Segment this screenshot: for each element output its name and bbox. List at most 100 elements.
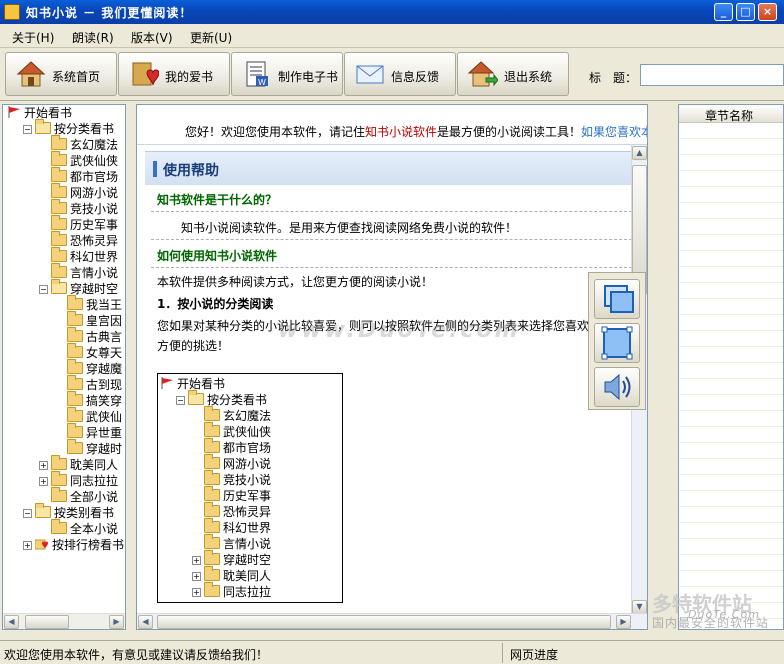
scroll-left-arrow[interactable]: ◀: [4, 615, 19, 629]
folder-icon: [204, 502, 220, 517]
folder-icon: [204, 534, 220, 549]
collapse-icon[interactable]: −: [23, 125, 32, 134]
folder-icon: [51, 263, 67, 278]
scroll-thumb[interactable]: [157, 615, 611, 629]
help-tree-illustration: 开始看书 − 按分类看书 玄幻魔法 武侠仙侠 都市官场 网游小说 竞技小说 历史军事 恐怖灵异 科幻…: [157, 373, 343, 603]
tree-node[interactable]: 女尊天: [55, 343, 122, 361]
tree-horizontal-scrollbar[interactable]: ◀ ▶: [3, 613, 125, 629]
tree-node-label: 武侠仙侠: [223, 425, 272, 439]
question-how: 如何使用知书小说软件: [157, 249, 278, 263]
tree-node-label: 武侠仙侠: [70, 154, 119, 168]
tree-node[interactable]: 古到现: [55, 375, 122, 393]
tree-node[interactable]: 异世重: [55, 423, 123, 441]
fullscreen-button[interactable]: [594, 323, 640, 363]
tree-node[interactable]: − 按类别看书: [23, 503, 114, 521]
make-ebook-button[interactable]: W 制作电子书: [231, 52, 343, 96]
tree-node-label: 同志拉拉: [223, 585, 272, 599]
my-books-button[interactable]: 我的爱书: [118, 52, 230, 96]
expand-icon[interactable]: +: [192, 556, 201, 565]
menu-update[interactable]: 更新(U): [190, 29, 232, 46]
tree-node-label: 异世重: [86, 426, 123, 440]
status-divider: [502, 643, 503, 663]
close-button[interactable]: ×: [758, 3, 777, 21]
title-bar: 知书小说 － 我们更懂阅读！ _ □ ×: [0, 0, 784, 24]
tree-node-label: 搞笑穿: [86, 394, 123, 408]
title-input[interactable]: [640, 64, 784, 86]
content-panel: 您好！欢迎您使用本软件，请记住知书小说软件是最方便的小说阅读工具！如果您喜欢本 …: [136, 104, 648, 630]
menu-read-aloud[interactable]: 朗读(R): [72, 29, 114, 46]
tree-node-label: 皇宫因: [86, 314, 123, 328]
expand-icon[interactable]: +: [192, 572, 201, 581]
help-title: 使用帮助: [163, 163, 219, 179]
welcome-link[interactable]: 如果您喜欢本: [581, 125, 647, 139]
menu-bar: 关于(H) 朗读(R) 版本(V) 更新(U): [0, 24, 784, 48]
scroll-right-arrow[interactable]: ▶: [616, 615, 631, 629]
content-horizontal-scrollbar[interactable]: ◀ ▶: [137, 613, 647, 629]
tree-node[interactable]: − 按分类看书: [176, 390, 267, 408]
feedback-button-label: 信息反馈: [391, 70, 440, 84]
section-category-reading: 1．按小说的分类阅读: [157, 297, 274, 311]
read-aloud-button[interactable]: [594, 367, 640, 407]
expand-icon[interactable]: +: [39, 461, 48, 470]
chapter-list: 章节名称: [678, 104, 784, 630]
tree-node[interactable]: 穿越时: [55, 439, 123, 457]
tree-node[interactable]: − 穿越时空: [39, 279, 118, 297]
feedback-button[interactable]: 信息反馈: [344, 52, 456, 96]
tree-node[interactable]: 全本小说: [39, 519, 118, 537]
tree-node-label: 竞技小说: [223, 473, 272, 487]
app-book-icon: [4, 4, 20, 20]
scroll-up-arrow[interactable]: ▲: [632, 146, 647, 160]
folder-icon: [67, 407, 83, 422]
tree-node-label: 穿越时: [86, 442, 123, 456]
tree-node[interactable]: 穿越魔: [55, 359, 122, 377]
tree-node[interactable]: 我当王: [55, 295, 122, 313]
help-header-marker: [153, 161, 157, 177]
tree-node[interactable]: − 按分类看书: [23, 119, 115, 137]
collapse-icon[interactable]: −: [39, 285, 48, 294]
menu-version[interactable]: 版本(V): [131, 29, 173, 46]
folder-icon: [204, 582, 220, 597]
brand-watermark-slogan: 国内最安全的软件站: [652, 616, 770, 630]
welcome-brand: 知书小说软件: [365, 125, 438, 139]
scroll-right-arrow[interactable]: ▶: [109, 615, 124, 629]
tree-node-label: 科幻世界: [70, 250, 119, 264]
intro-paragraph: 本软件提供多种阅读方式，让您更方便的阅读小说！: [157, 275, 434, 289]
tree-node[interactable]: + 同志拉拉: [192, 582, 272, 600]
folder-icon: [67, 327, 83, 342]
tree-node-label: 历史军事: [70, 218, 119, 232]
tree-node-label: 武侠仙: [86, 410, 123, 424]
tree-node[interactable]: 皇宫因: [55, 311, 123, 329]
folder-icon: [67, 439, 83, 454]
folder-icon: [67, 391, 83, 406]
maximize-button[interactable]: □: [736, 3, 755, 21]
tree-node[interactable]: 武侠仙: [55, 407, 123, 425]
folder-open-icon: [35, 119, 51, 134]
home-button[interactable]: 系统首页: [5, 52, 117, 96]
exit-button[interactable]: 退出系统: [457, 52, 569, 96]
scroll-down-arrow[interactable]: ▼: [632, 600, 647, 614]
ebook-icon: W: [246, 61, 268, 87]
chapter-list-header[interactable]: 章节名称: [679, 105, 783, 123]
scroll-thumb[interactable]: [25, 615, 69, 629]
expand-icon[interactable]: +: [192, 588, 201, 597]
scroll-left-arrow[interactable]: ◀: [138, 615, 153, 629]
folder-icon: [204, 518, 220, 533]
tree-node[interactable]: 搞笑穿: [55, 391, 123, 409]
collapse-icon[interactable]: −: [176, 396, 185, 405]
collapse-icon[interactable]: −: [23, 509, 32, 518]
tree-node-label: 恐怖灵异: [70, 234, 119, 248]
tree-node[interactable]: 全部小说: [39, 487, 118, 505]
tree-node[interactable]: + 按排行榜看书: [23, 537, 124, 553]
tree-node[interactable]: 古典言: [55, 327, 122, 345]
tree-node-label: 按分类看书: [54, 122, 115, 136]
expand-icon[interactable]: +: [39, 477, 48, 486]
floating-toolbox: [588, 272, 646, 410]
minimize-button[interactable]: _: [714, 3, 733, 21]
chapter-list-rows[interactable]: [679, 123, 783, 629]
menu-about[interactable]: 关于(H): [12, 29, 54, 46]
tree-node-label: 开始看书: [177, 377, 226, 391]
restore-window-button[interactable]: [594, 279, 640, 319]
expand-icon[interactable]: +: [23, 541, 32, 550]
folder-icon: [51, 151, 67, 166]
folder-icon: [204, 438, 220, 453]
